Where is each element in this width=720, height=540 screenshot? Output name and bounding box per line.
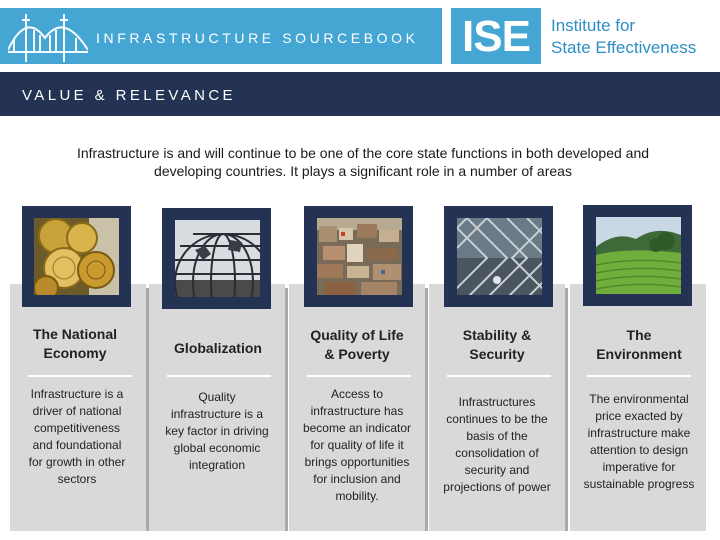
divider <box>167 375 271 377</box>
desc-line: for growth in other <box>28 455 126 469</box>
desc-line: Infrastructure is a <box>30 387 124 401</box>
desc-line: infrastructure is a <box>170 407 264 421</box>
divider <box>447 375 551 377</box>
card-shadow <box>565 288 568 531</box>
desc-line: sustainable progress <box>583 477 695 491</box>
card-description: Access to infrastructure has become an i… <box>293 386 421 505</box>
card-title-line: Stability & <box>462 327 532 343</box>
card-title-line: Security <box>469 346 525 362</box>
desc-line: imperative for <box>602 460 676 474</box>
card-title: Stability & Security <box>429 326 565 364</box>
ise-logo: ISE <box>451 8 541 64</box>
desc-line: driver of national <box>32 404 122 418</box>
desc-line: continues to be the <box>446 412 548 426</box>
divider <box>307 375 411 377</box>
gold-coins-photo <box>34 218 119 295</box>
card-shadow <box>425 288 428 531</box>
header-title: INFRASTRUCTURE SOURCEBOOK <box>96 30 419 46</box>
card-title-line: Globalization <box>174 340 262 356</box>
desc-line: integration <box>188 458 246 472</box>
globe-sculpture-photo <box>175 220 260 297</box>
slum-housing-photo <box>317 218 402 295</box>
desc-line: infrastructure make <box>587 426 691 440</box>
desc-line: consolidation of <box>455 446 539 460</box>
institute-name-line1: Institute for <box>551 16 636 35</box>
divider <box>587 375 691 377</box>
card-title: The National Economy <box>10 325 140 363</box>
card-shadow <box>285 288 288 531</box>
desc-line: brings opportunities <box>304 455 410 469</box>
section-title: VALUE & RELEVANCE <box>22 87 236 104</box>
desc-line: projections of power <box>443 480 551 494</box>
card-title-line: Quality of Life <box>310 327 404 343</box>
desc-line: global economic <box>173 441 261 455</box>
card-title-line: Economy <box>43 345 107 361</box>
desc-line: infrastructure has <box>310 404 404 418</box>
institute-name-line2: State Effectiveness <box>551 38 697 57</box>
card-title: The Environment <box>570 326 708 364</box>
card-title-line: & Poverty <box>324 346 390 362</box>
card-description: Quality infrastructure is a key factor i… <box>153 389 281 474</box>
card-description: The environmental price exacted by infra… <box>572 391 706 493</box>
card-title-line: The <box>626 327 652 343</box>
desc-line: Access to <box>330 387 384 401</box>
desc-line: for inclusion and <box>313 472 401 486</box>
card-description: Infrastructure is a driver of national c… <box>14 386 140 488</box>
desc-line: sectors <box>57 472 97 486</box>
desc-line: competitiveness <box>33 421 121 435</box>
desc-line: price exacted by <box>595 409 683 423</box>
desc-line: mobility. <box>335 489 379 503</box>
card-title: Quality of Life & Poverty <box>289 326 425 364</box>
ise-logo-text: ISE <box>462 12 531 61</box>
card-title: Globalization <box>149 339 287 358</box>
intro-text: Infrastructure is and will continue to b… <box>40 144 686 180</box>
card-title-line: The National <box>32 326 117 342</box>
intro-line-1: Infrastructure is and will continue to b… <box>76 145 650 161</box>
chain-link-fence-photo <box>457 218 542 295</box>
desc-line: Infrastructures <box>458 395 536 409</box>
desc-line: basis of the <box>466 429 528 443</box>
desc-line: key factor in driving <box>165 424 269 438</box>
bridge-icon <box>8 14 88 62</box>
desc-line: Quality <box>198 390 236 404</box>
desc-line: for quality of life it <box>310 438 404 452</box>
desc-line: become an indicator <box>302 421 412 435</box>
card-title-line: Environment <box>596 346 682 362</box>
desc-line: and foundational <box>32 438 122 452</box>
desc-line: attention to design <box>589 443 689 457</box>
tea-plantation-hills-photo <box>596 217 681 294</box>
desc-line: The environmental <box>589 392 689 406</box>
desc-line: security and <box>464 463 530 477</box>
intro-line-2: developing countries. It plays a signifi… <box>154 163 572 179</box>
card-description: Infrastructures continues to be the basi… <box>431 394 563 496</box>
divider <box>28 375 132 377</box>
